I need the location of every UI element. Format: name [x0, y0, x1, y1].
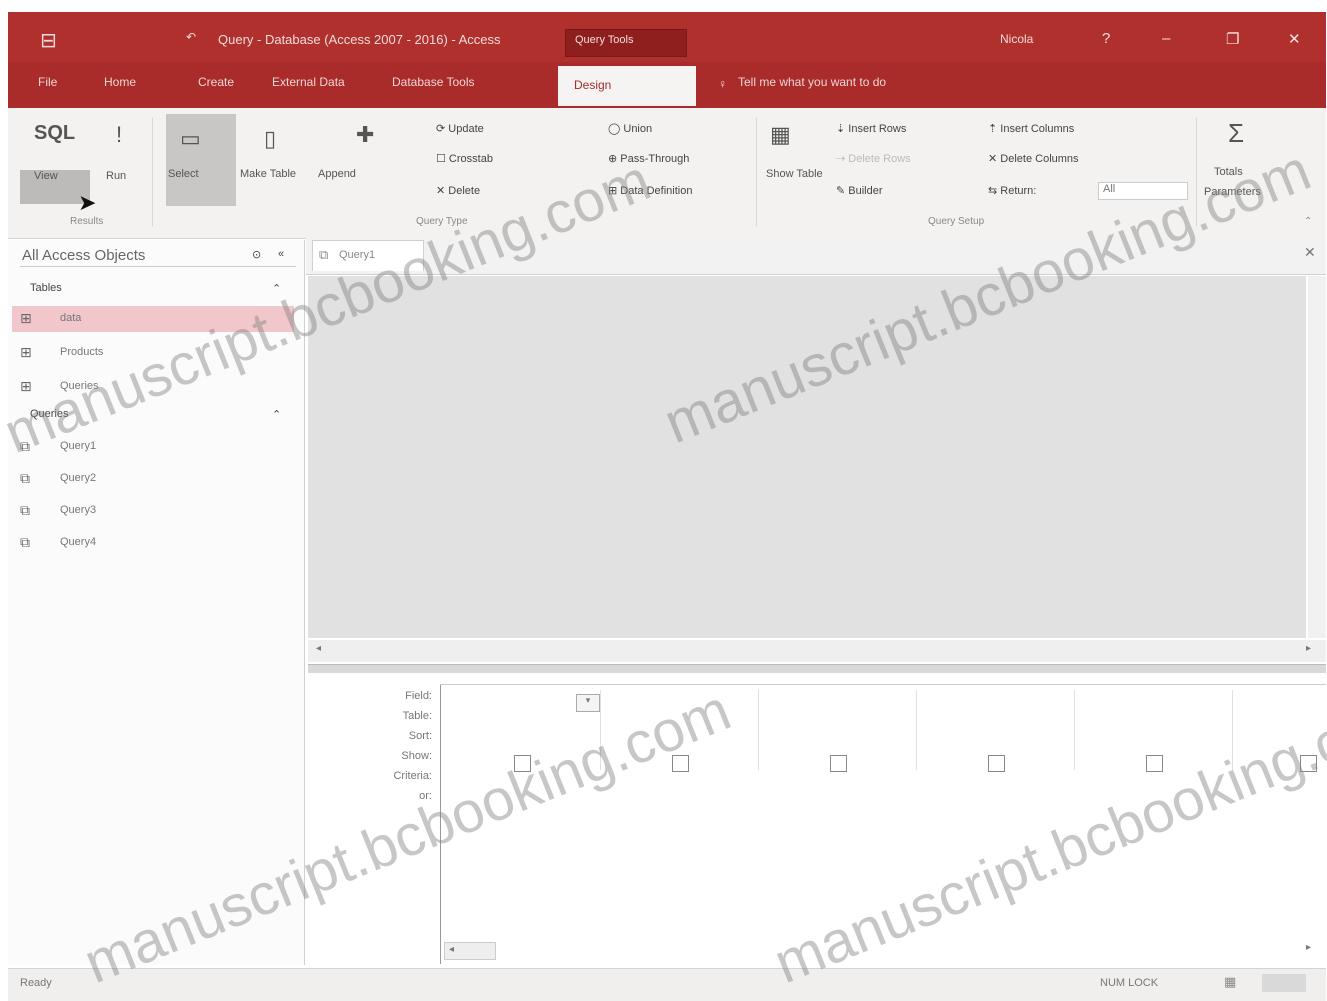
- tab-design[interactable]: Design: [558, 66, 696, 106]
- vertical-scrollbar[interactable]: [1308, 276, 1326, 638]
- make-table-label: Make Table: [240, 168, 297, 180]
- table-icon: ⊞: [20, 344, 32, 360]
- separator: [152, 118, 153, 226]
- return-label: ⇆ Return:: [988, 185, 1037, 197]
- row-label-field: Field:: [405, 690, 432, 702]
- delete-rows-button[interactable]: ⇢ Delete Rows: [836, 152, 911, 165]
- tab-create[interactable]: Create: [198, 75, 234, 89]
- run-icon[interactable]: !: [116, 122, 122, 148]
- show-checkbox[interactable]: [1146, 755, 1163, 772]
- minimize-button[interactable]: –: [1162, 30, 1170, 47]
- append-label: Append: [318, 168, 356, 180]
- access-logo-icon: ⊟: [40, 30, 57, 52]
- select-query-icon: ▭: [180, 126, 201, 151]
- sql-view-icon[interactable]: SQL: [34, 122, 75, 145]
- append-icon[interactable]: ✚: [356, 122, 374, 148]
- grid-horizontal-scrollbar[interactable]: ◂: [444, 942, 496, 960]
- crosstab-icon: ☐: [436, 153, 449, 165]
- close-object-icon[interactable]: ✕: [1304, 244, 1316, 261]
- show-table-label: Show Table: [766, 168, 823, 180]
- builder-icon: ✎: [836, 185, 849, 197]
- tab-database-tools[interactable]: Database Tools: [392, 75, 475, 89]
- nav-pane-title: All Access Objects: [22, 247, 146, 264]
- tell-me-search[interactable]: Tell me what you want to do: [738, 75, 886, 89]
- delete-button[interactable]: ✕ Delete: [436, 184, 480, 197]
- grid-column-divider: [916, 690, 917, 770]
- pane-splitter[interactable]: [308, 664, 1326, 673]
- update-icon: ⟳: [436, 123, 449, 135]
- collapse-chevron-icon[interactable]: ⌃: [272, 408, 281, 421]
- lightbulb-icon: ♀: [718, 77, 727, 91]
- nav-item-query4[interactable]: ⧉ Query4: [12, 530, 282, 556]
- return-icon: ⇆: [988, 185, 1001, 197]
- insert-rows-icon: ⇣: [836, 123, 849, 135]
- union-icon: ◯: [608, 123, 624, 135]
- status-text: Ready: [20, 977, 52, 989]
- update-button[interactable]: ⟳ Update: [436, 122, 484, 135]
- tab-external-data[interactable]: External Data: [272, 75, 345, 89]
- tab-file[interactable]: File: [38, 75, 57, 89]
- select-button[interactable]: [166, 114, 236, 206]
- scroll-left-icon[interactable]: ◂: [449, 944, 454, 955]
- results-group-label: Results: [70, 216, 104, 227]
- collapse-ribbon-icon[interactable]: ⌃: [1304, 216, 1312, 227]
- delete-columns-button[interactable]: ✕ Delete Columns: [988, 152, 1079, 165]
- insert-columns-icon: ⇡: [988, 123, 1001, 135]
- horizontal-scrollbar[interactable]: ◂ ▸: [308, 640, 1326, 662]
- row-label-table: Table:: [402, 710, 432, 722]
- undo-icon[interactable]: ↶: [186, 30, 196, 44]
- nav-section-tables[interactable]: Tables: [30, 282, 62, 294]
- query-icon: ⧉: [20, 502, 30, 518]
- row-label-show: Show:: [401, 750, 432, 762]
- query-icon: ⧉: [319, 247, 329, 262]
- show-table-icon[interactable]: ▦: [770, 122, 791, 148]
- delete-columns-icon: ✕: [988, 153, 1001, 165]
- mouse-cursor-icon: ➤: [78, 190, 97, 215]
- nav-item-query2[interactable]: ⧉ Query2: [12, 466, 282, 492]
- scroll-right-icon[interactable]: ▸: [1306, 942, 1311, 953]
- insert-columns-button[interactable]: ⇡ Insert Columns: [988, 122, 1074, 135]
- window-title: Query - Database (Access 2007 - 2016) - …: [218, 32, 501, 47]
- select-label: Select: [168, 168, 199, 180]
- nav-pane-header[interactable]: All Access Objects ⊙ «: [20, 244, 296, 267]
- nav-item-query3[interactable]: ⧉ Query3: [12, 498, 282, 524]
- row-label-criteria: Criteria:: [393, 770, 432, 782]
- view-label: View: [34, 170, 58, 182]
- context-tab-label: Query Tools: [575, 34, 634, 46]
- scroll-left-icon[interactable]: ◂: [316, 643, 321, 654]
- union-button[interactable]: ◯ Union: [608, 122, 652, 135]
- insert-rows-button[interactable]: ⇣ Insert Rows: [836, 122, 906, 135]
- scroll-right-icon[interactable]: ▸: [1306, 643, 1311, 654]
- design-view-icon[interactable]: [1262, 974, 1306, 992]
- separator: [756, 118, 757, 226]
- grid-column-divider: [1074, 690, 1075, 770]
- show-checkbox[interactable]: [830, 755, 847, 772]
- make-table-icon[interactable]: ▯: [264, 126, 276, 152]
- user-name[interactable]: Nicola: [1000, 32, 1033, 46]
- show-checkbox[interactable]: [988, 755, 1005, 772]
- num-lock-indicator: NUM LOCK: [1100, 977, 1159, 989]
- close-button[interactable]: ✕: [1288, 30, 1301, 48]
- query-setup-group-label: Query Setup: [928, 216, 985, 227]
- help-icon[interactable]: ?: [1102, 30, 1110, 47]
- table-pane[interactable]: [308, 276, 1306, 638]
- row-label-sort: Sort:: [408, 730, 432, 742]
- table-icon: ⊞: [20, 310, 32, 326]
- delete-rows-icon: ⇢: [836, 153, 849, 165]
- restore-button[interactable]: ❐: [1226, 30, 1239, 48]
- tab-home[interactable]: Home: [104, 75, 136, 89]
- field-dropdown-icon[interactable]: ▾: [576, 694, 600, 712]
- run-label: Run: [106, 170, 127, 182]
- shutter-bar-icon[interactable]: «: [278, 248, 284, 260]
- nav-menu-chevron-icon[interactable]: ⊙: [252, 248, 261, 261]
- datasheet-view-icon[interactable]: ▦: [1224, 974, 1236, 990]
- query-icon: ⧉: [20, 470, 30, 486]
- delete-icon: ✕: [436, 185, 449, 197]
- query-icon: ⧉: [20, 534, 30, 550]
- crosstab-button[interactable]: ☐ Crosstab: [436, 152, 493, 165]
- builder-button[interactable]: ✎ Builder: [836, 184, 883, 197]
- totals-sigma-icon[interactable]: Σ: [1228, 118, 1244, 149]
- grid-top-border: [440, 684, 1326, 685]
- grid-column-divider: [758, 690, 759, 770]
